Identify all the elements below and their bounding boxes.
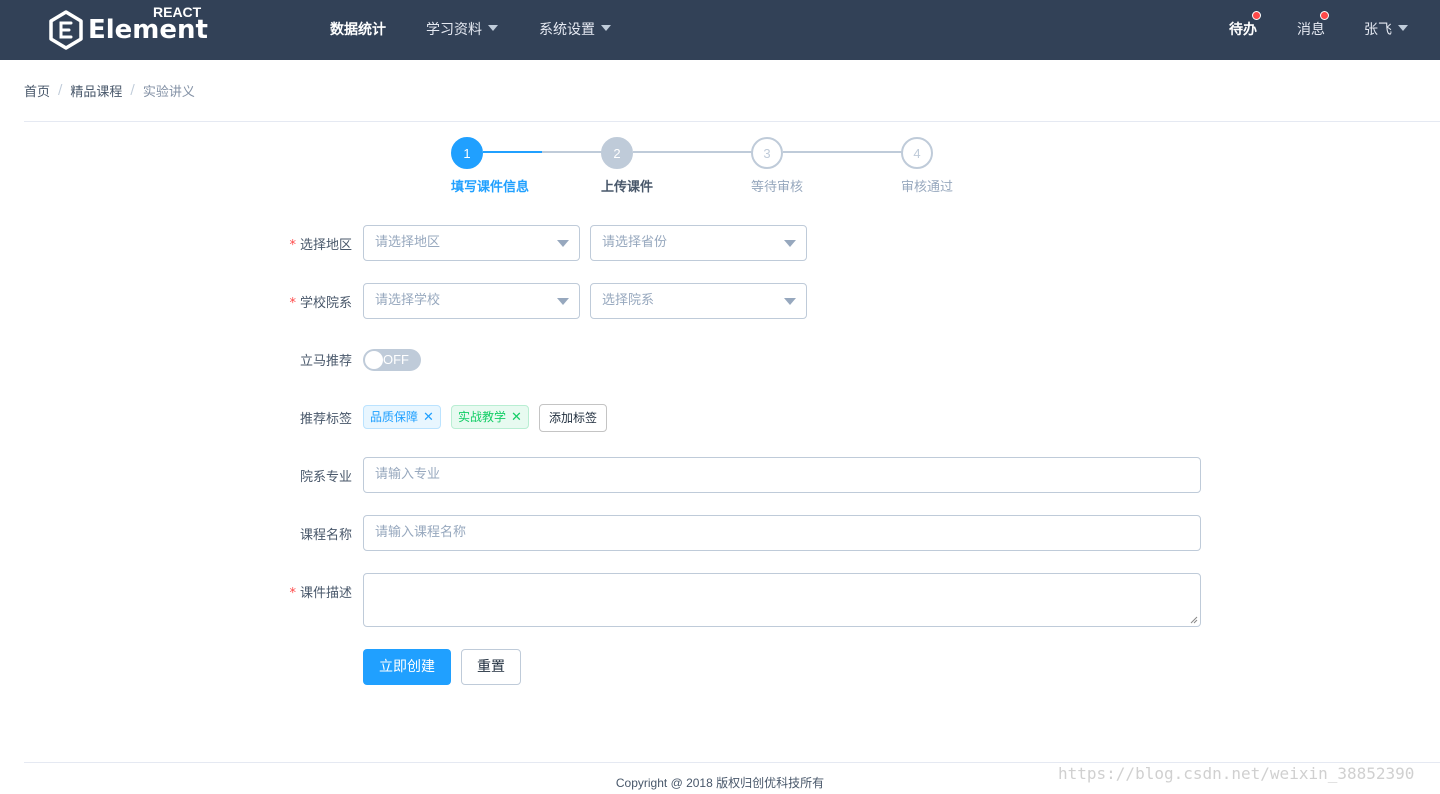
footer-divider bbox=[24, 762, 1440, 763]
todo-label: 待办 bbox=[1229, 22, 1257, 38]
required-mark: * bbox=[289, 586, 296, 601]
divider bbox=[24, 121, 1440, 122]
resize-handle-icon[interactable] bbox=[1190, 616, 1198, 624]
add-tag-button[interactable]: 添加标签 bbox=[539, 404, 607, 432]
create-button[interactable]: 立即创建 bbox=[363, 649, 451, 685]
step-3-icon: 3 bbox=[751, 137, 783, 169]
description-label: * 课件描述 bbox=[289, 586, 352, 601]
required-mark: * bbox=[289, 296, 296, 311]
dept-select[interactable]: 选择院系 bbox=[590, 283, 807, 319]
region-select[interactable]: 请选择地区 bbox=[363, 225, 580, 261]
region-placeholder: 请选择地区 bbox=[375, 235, 441, 250]
course-name-input[interactable]: 请输入课程名称 bbox=[363, 515, 1201, 551]
step-1-title: 填写课件信息 bbox=[451, 180, 530, 195]
step-1-icon: 1 bbox=[451, 137, 483, 169]
caret-down-icon bbox=[488, 25, 498, 31]
step-2-title: 上传课件 bbox=[601, 180, 654, 195]
todo-badge-dot bbox=[1252, 11, 1261, 20]
nav-messages[interactable]: 消息 bbox=[1297, 0, 1325, 60]
region-label: * 选择地区 bbox=[289, 238, 352, 253]
breadcrumb: 首页 / 精品课程 / 实验讲义 bbox=[24, 81, 195, 100]
watermark-text: https://blog.csdn.net/weixin_38852390 bbox=[1058, 764, 1415, 783]
step-progress-line bbox=[483, 151, 542, 153]
reset-button[interactable]: 重置 bbox=[461, 649, 521, 685]
step-3-title: 等待审核 bbox=[751, 180, 804, 195]
province-select[interactable]: 请选择省份 bbox=[590, 225, 807, 261]
nav-item-materials[interactable]: 学习资料 bbox=[426, 0, 498, 60]
caret-down-icon bbox=[557, 298, 569, 305]
breadcrumb-item-current: 实验讲义 bbox=[142, 85, 195, 100]
caret-down-icon bbox=[784, 298, 796, 305]
caret-down-icon bbox=[601, 25, 611, 31]
course-placeholder: 请输入课程名称 bbox=[375, 525, 467, 540]
step-2-icon: 2 bbox=[601, 137, 633, 169]
tag-label: 实战教学 bbox=[458, 410, 507, 424]
course-label: 课程名称 bbox=[299, 528, 352, 543]
step-4-title: 审核通过 bbox=[901, 180, 954, 195]
step-4-icon: 4 bbox=[901, 137, 933, 169]
dept-placeholder: 选择院系 bbox=[602, 293, 655, 308]
breadcrumb-separator: / bbox=[130, 83, 135, 98]
logo-subtitle: REACT bbox=[153, 4, 202, 20]
messages-badge-dot bbox=[1320, 11, 1329, 20]
tag-item: 品质保障 ✕ bbox=[363, 405, 441, 429]
tag-item: 实战教学 ✕ bbox=[451, 405, 529, 429]
required-mark: * bbox=[289, 238, 296, 253]
nav-todo[interactable]: 待办 bbox=[1229, 0, 1257, 60]
close-icon[interactable]: ✕ bbox=[511, 407, 522, 429]
major-label: 院系专业 bbox=[299, 470, 352, 485]
nav-item-label: 系统设置 bbox=[539, 22, 595, 38]
caret-down-icon bbox=[784, 240, 796, 247]
step-line bbox=[783, 151, 902, 153]
nav-item-statistics[interactable]: 数据统计 bbox=[330, 0, 386, 60]
top-navbar: Element REACT 数据统计 学习资料 系统设置 待办 消息 张飞 bbox=[0, 0, 1440, 60]
element-logo-icon bbox=[49, 10, 83, 50]
nav-item-label: 数据统计 bbox=[330, 22, 386, 38]
tags-label: 推荐标签 bbox=[299, 412, 352, 427]
description-textarea[interactable] bbox=[363, 573, 1201, 627]
school-placeholder: 请选择学校 bbox=[375, 293, 441, 308]
breadcrumb-item-courses[interactable]: 精品课程 bbox=[70, 81, 122, 100]
switch-text: OFF bbox=[383, 352, 409, 367]
recommend-switch[interactable]: OFF bbox=[363, 349, 421, 371]
messages-label: 消息 bbox=[1297, 22, 1325, 38]
school-label: * 学校院系 bbox=[289, 296, 352, 311]
breadcrumb-separator: / bbox=[58, 83, 63, 98]
recommend-label: 立马推荐 bbox=[299, 354, 352, 369]
caret-down-icon bbox=[557, 240, 569, 247]
major-input[interactable]: 请输入专业 bbox=[363, 457, 1201, 493]
switch-knob bbox=[365, 351, 383, 369]
user-name: 张飞 bbox=[1364, 22, 1392, 38]
major-placeholder: 请输入专业 bbox=[375, 467, 441, 482]
user-menu[interactable]: 张飞 bbox=[1364, 0, 1408, 60]
tag-label: 品质保障 bbox=[370, 410, 419, 424]
school-select[interactable]: 请选择学校 bbox=[363, 283, 580, 319]
caret-down-icon bbox=[1398, 25, 1408, 31]
close-icon[interactable]: ✕ bbox=[423, 407, 434, 429]
nav-item-label: 学习资料 bbox=[426, 22, 482, 38]
step-line bbox=[542, 151, 602, 153]
nav-item-settings[interactable]: 系统设置 bbox=[539, 0, 611, 60]
breadcrumb-item-home[interactable]: 首页 bbox=[24, 81, 50, 100]
province-placeholder: 请选择省份 bbox=[602, 235, 668, 250]
step-line bbox=[633, 151, 752, 153]
